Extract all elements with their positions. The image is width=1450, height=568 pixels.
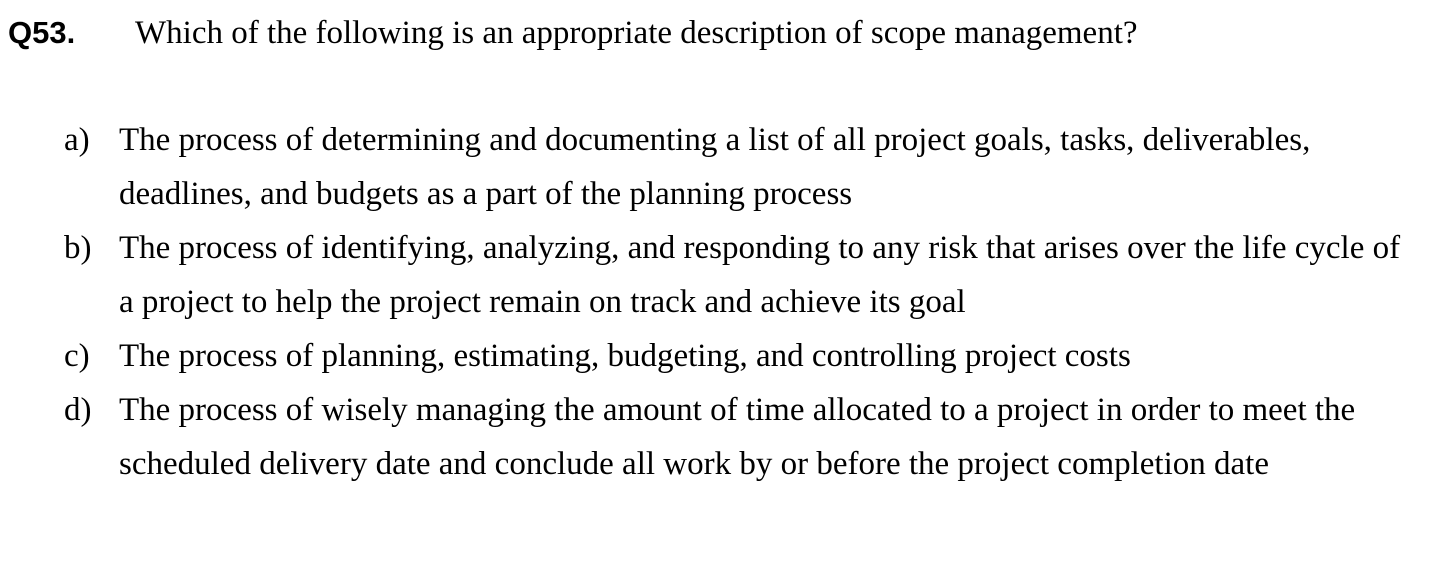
option-text: The process of planning, estimating, bud… bbox=[119, 338, 1131, 374]
option-text: The process of identifying, analyzing, a… bbox=[119, 230, 1401, 320]
option-text: The process of wisely managing the amoun… bbox=[119, 392, 1356, 482]
question-number: Q53. bbox=[8, 15, 76, 50]
option-letter: d) bbox=[64, 392, 92, 428]
option-letter: a) bbox=[64, 122, 90, 158]
option-letter: c) bbox=[64, 338, 90, 374]
question-text: Which of the following is an appropriate… bbox=[135, 15, 1138, 51]
option-text: The process of determining and documenti… bbox=[119, 122, 1311, 212]
option-letter: b) bbox=[64, 230, 92, 266]
